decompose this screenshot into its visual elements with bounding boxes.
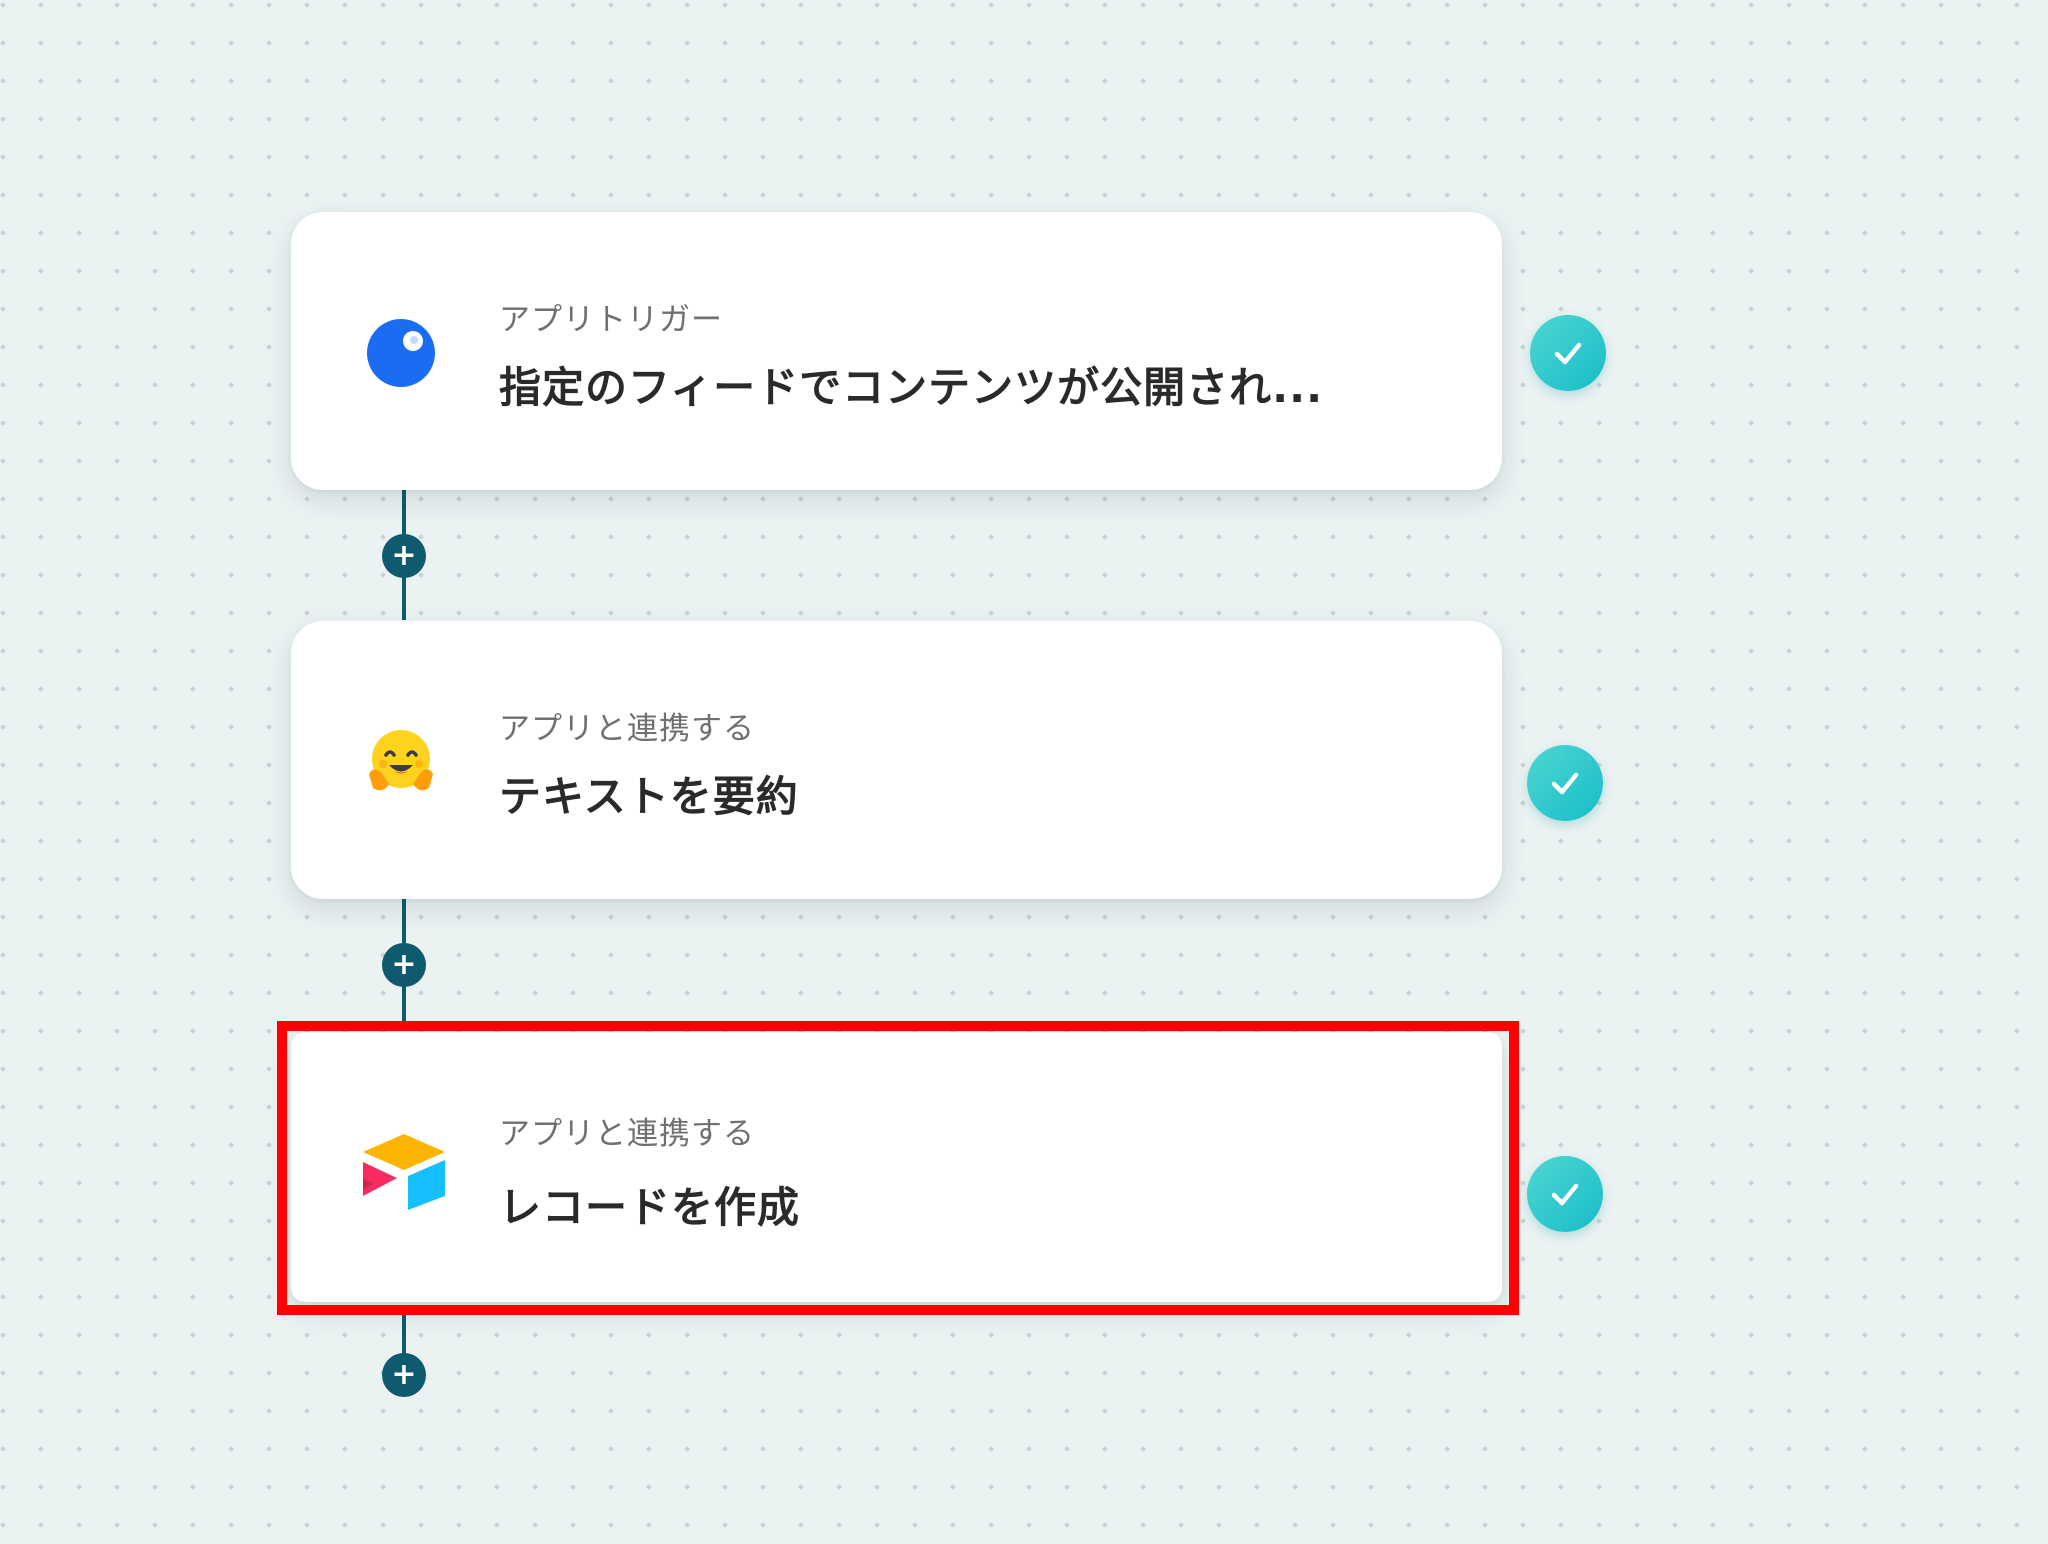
- hugging-face-icon: [361, 722, 441, 802]
- step-card-trigger[interactable]: アプリトリガー 指定のフィードでコンテンツが公開され...: [291, 212, 1502, 490]
- add-step-button[interactable]: +: [382, 943, 426, 987]
- plus-icon: +: [391, 1357, 417, 1392]
- step-card-summarize[interactable]: アプリと連携する テキストを要約: [291, 621, 1502, 899]
- rss-feed-icon: [361, 313, 441, 393]
- plus-icon: +: [391, 947, 417, 982]
- step-type-label: アプリトリガー: [499, 302, 723, 338]
- step-type-label: アプリと連携する: [499, 711, 755, 747]
- step-status-badge: [1527, 745, 1603, 821]
- check-icon: [1551, 772, 1579, 795]
- step-card-create-record[interactable]: アプリと連携する レコードを作成: [291, 1032, 1502, 1302]
- airtable-icon: [359, 1130, 445, 1210]
- workflow-canvas: + + + アプリトリガー 指定のフィードでコンテンツが公開され... アプリと…: [0, 0, 2048, 1544]
- step-status-badge: [1530, 315, 1606, 391]
- add-step-button[interactable]: +: [382, 534, 426, 578]
- step-status-badge: [1527, 1156, 1603, 1232]
- step-type-label: アプリと連携する: [499, 1116, 755, 1152]
- plus-icon: +: [391, 538, 417, 573]
- step-title: テキストを要約: [499, 772, 799, 821]
- step-title: 指定のフィードでコンテンツが公開され...: [499, 363, 1324, 412]
- step-title: レコードを作成: [499, 1183, 801, 1232]
- check-icon: [1554, 342, 1582, 365]
- add-step-button[interactable]: +: [382, 1353, 426, 1397]
- check-icon: [1551, 1183, 1579, 1206]
